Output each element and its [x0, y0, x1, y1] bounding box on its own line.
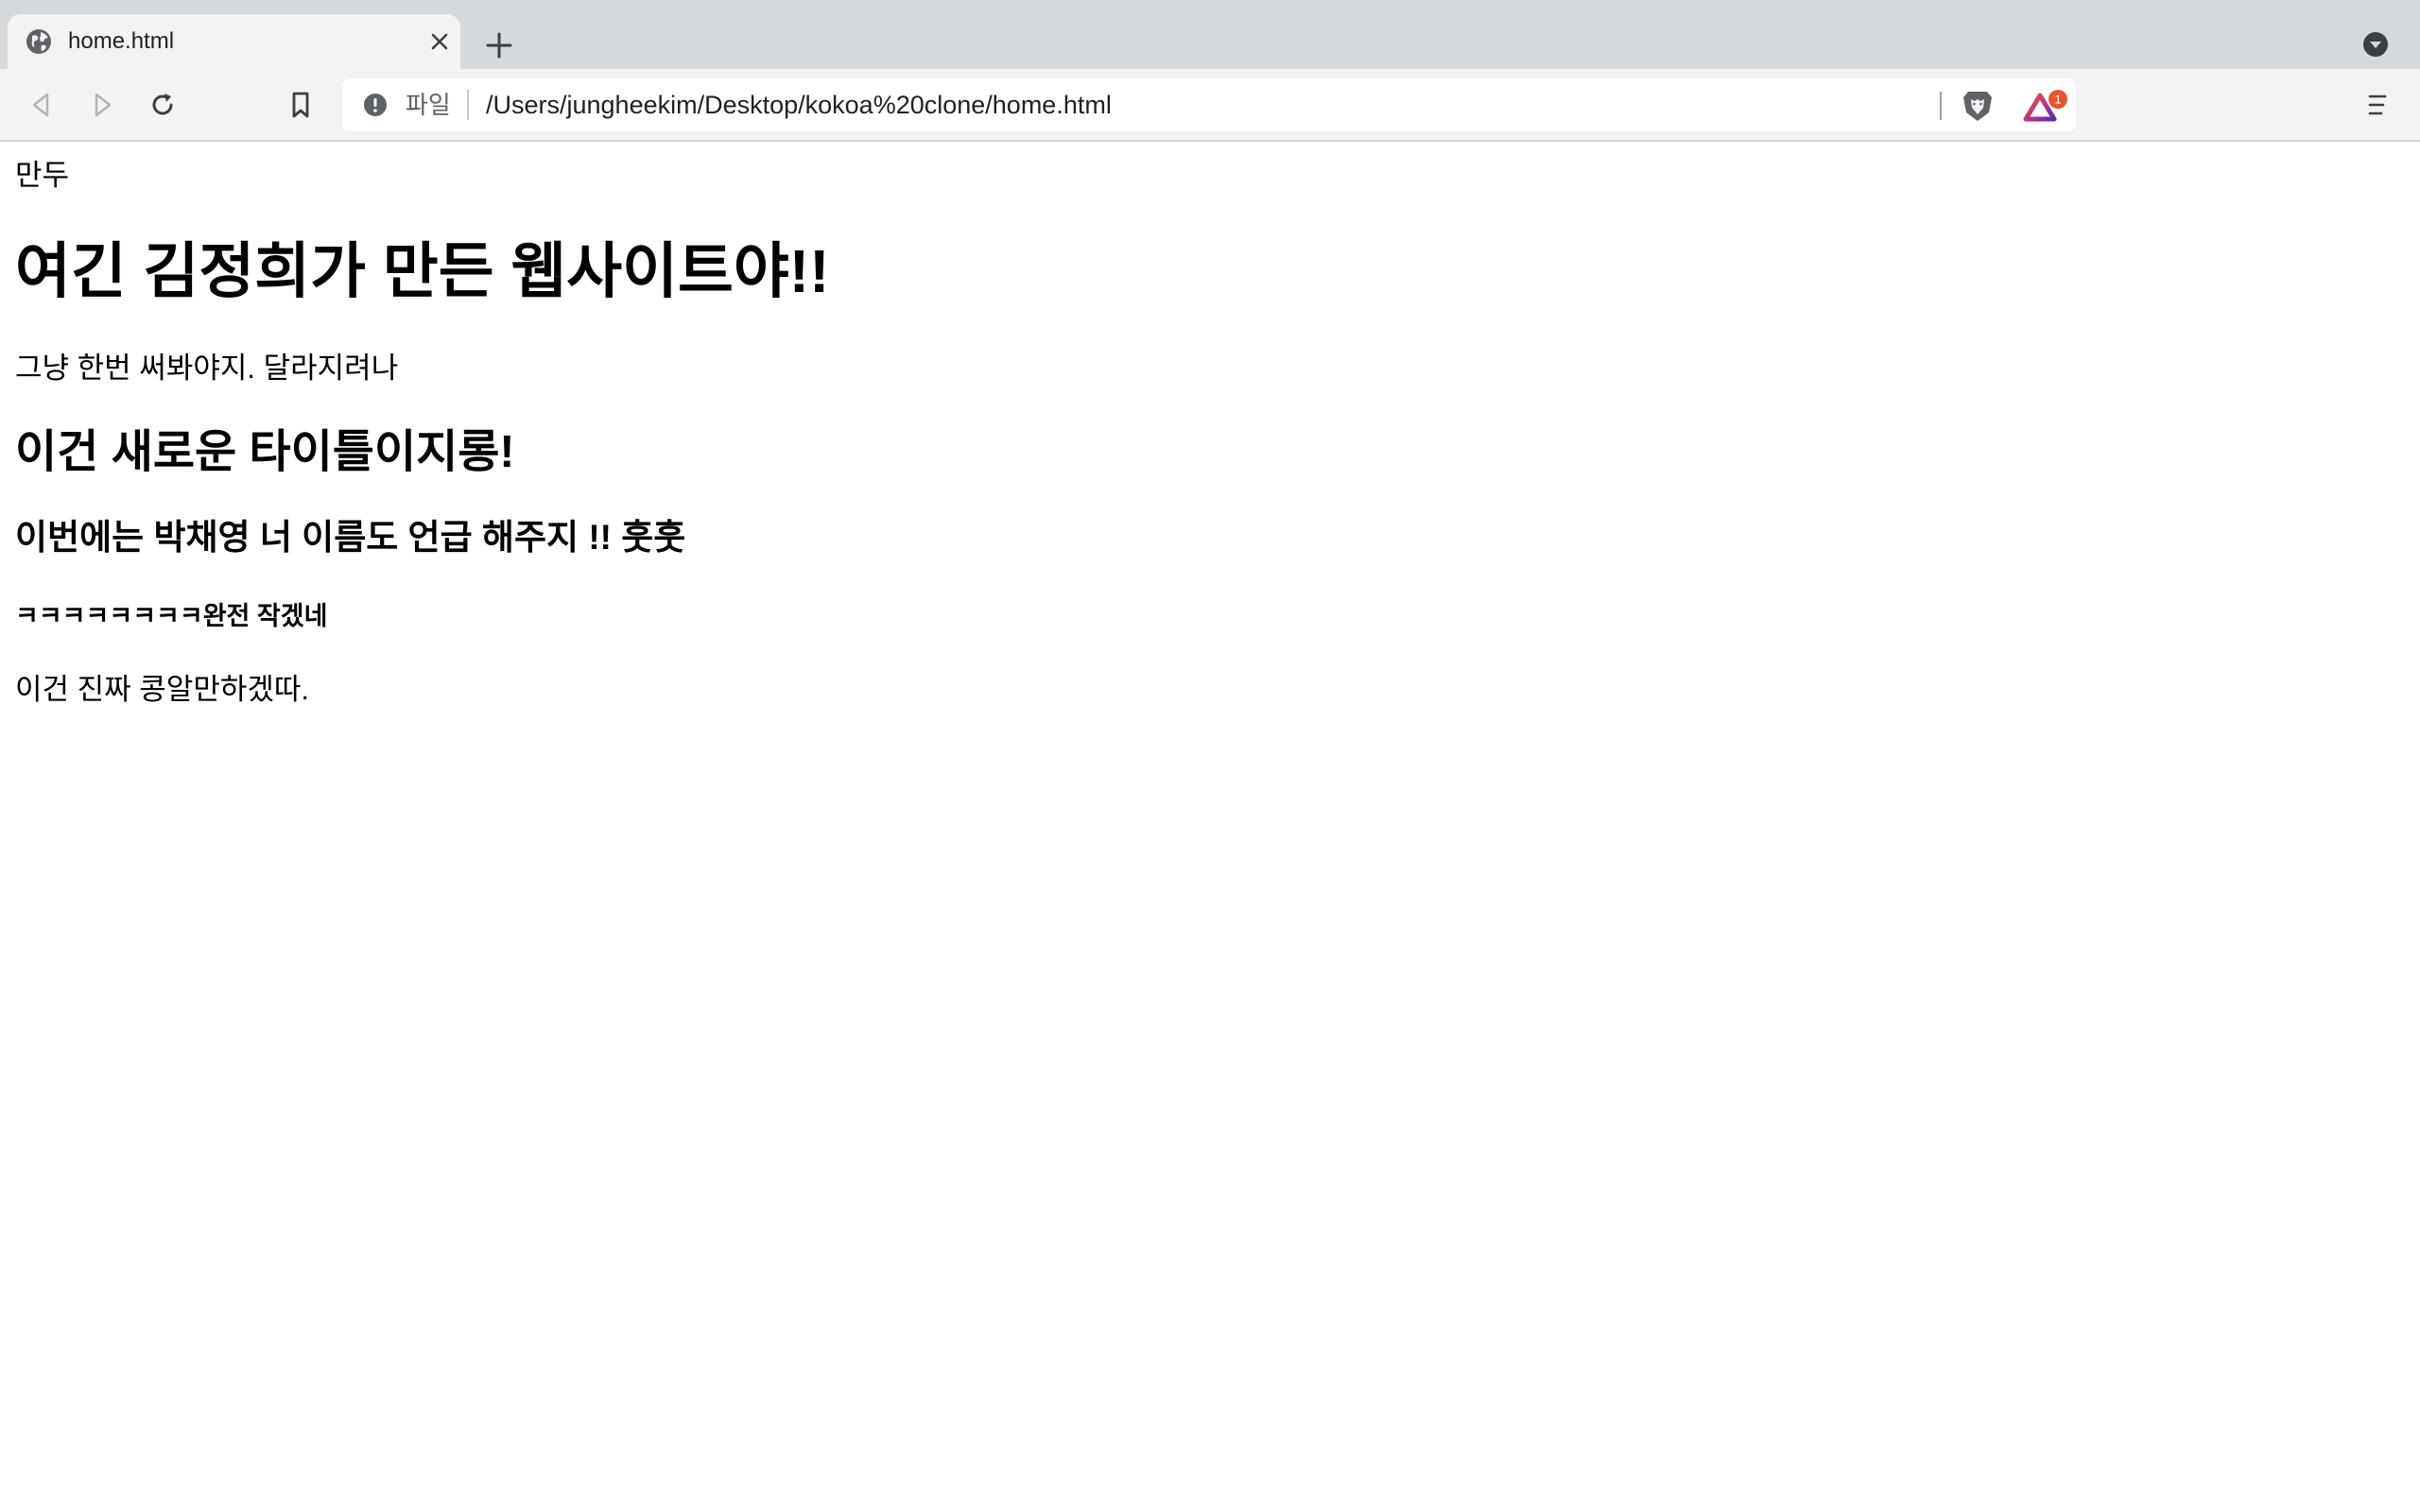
globe-icon: [26, 29, 51, 54]
forward-arrow-icon[interactable]: [85, 88, 119, 122]
paragraph: 그냥 한번 써봐야지. 달라지려나: [15, 352, 399, 385]
heading-h4: ㅋㅋㅋㅋㅋㅋㅋㅋ완전 작겠네: [15, 602, 328, 630]
rewards-triangle-icon: 1: [2023, 90, 2067, 122]
omnibox-divider: [1940, 92, 1942, 120]
hamburger-menu-icon[interactable]: [2363, 90, 2392, 120]
back-arrow-icon[interactable]: [25, 88, 59, 122]
browser-toolbar: 파일 /Users/jungheekim/Desktop/kokoa%20clo…: [0, 69, 2420, 142]
brave-rewards-icon[interactable]: 1: [2023, 88, 2070, 126]
heading-h3: 이번에는 박채영 너 이름도 언급 해주지 !! 훗훗: [15, 518, 686, 557]
browser-tab[interactable]: home.html: [8, 14, 460, 69]
rewards-badge: 1: [2054, 93, 2061, 107]
scheme-label: 파일: [406, 91, 451, 119]
info-icon[interactable]: [363, 93, 388, 117]
page-heading-h1: 여긴 김정희가 만든 웹사이트야!!: [15, 237, 830, 305]
bookmark-icon[interactable]: [284, 88, 318, 122]
plus-icon[interactable]: [482, 28, 516, 62]
plain-text: 만두: [15, 159, 70, 192]
reload-icon[interactable]: [146, 88, 180, 122]
address-bar[interactable]: 파일 /Users/jungheekim/Desktop/kokoa%20clo…: [342, 78, 2076, 131]
close-icon[interactable]: [428, 30, 451, 53]
paragraph: 이건 진짜 콩알만하겠따.: [15, 673, 310, 706]
brave-shield-icon[interactable]: [1961, 88, 1995, 124]
omnibox-divider: [467, 90, 469, 120]
chevron-down-circle-icon[interactable]: [2361, 30, 2390, 59]
tab-title: home.html: [68, 28, 175, 54]
heading-h2: 이건 새로운 타이틀이지롱!: [15, 427, 515, 477]
url-text[interactable]: /Users/jungheekim/Desktop/kokoa%20clone/…: [486, 90, 1112, 120]
tab-strip: home.html: [0, 0, 2420, 69]
